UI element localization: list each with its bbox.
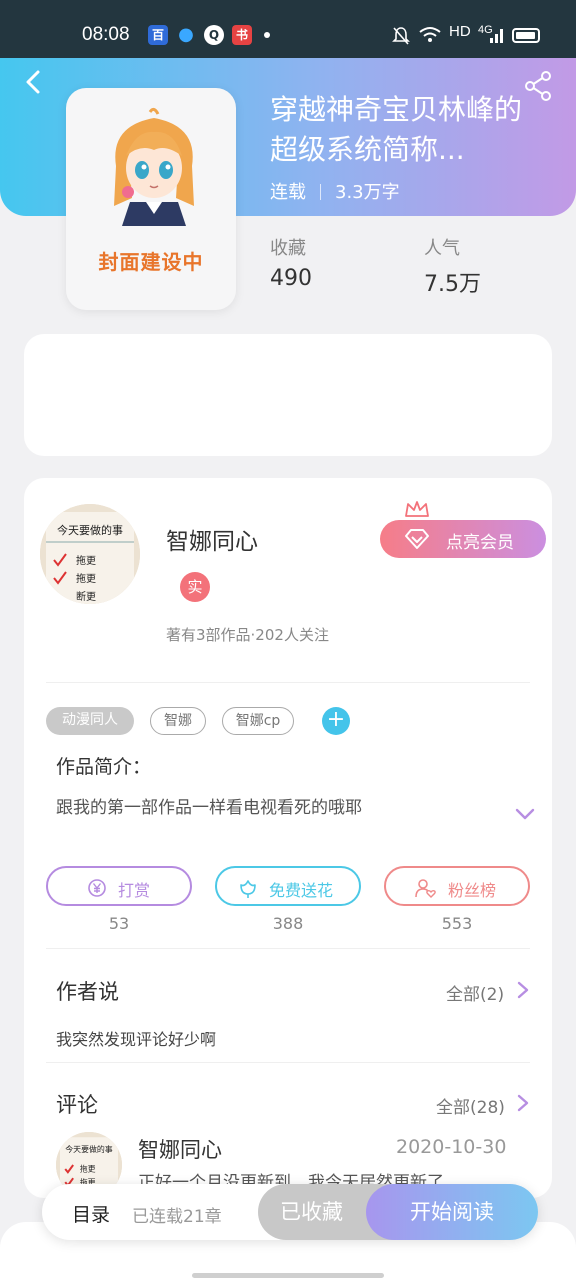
divider [46,948,530,949]
tip-count: 53 [108,914,130,933]
intro-text: 跟我的第一部作品一样看电视看死的哦耶 [56,798,362,818]
wifi-icon [419,27,441,42]
meta-divider [320,184,321,200]
back-icon[interactable] [18,66,50,98]
tip-label: 打赏 [118,881,151,900]
chevron-down-icon[interactable] [514,806,536,822]
avatar-note-line2: 拖更 [76,572,96,585]
avatar-note-line3: 断更 [76,590,96,603]
author-stats: 著有3部作品·202人关注 [166,626,329,644]
status-time: 08:08 [82,24,130,45]
notification-dot-icon [264,32,270,38]
vip-member-button[interactable]: 点亮会员 [380,520,546,558]
comment-avatar-note-line1: 拖更 [80,1164,96,1174]
status-bar: 08:08 百 ● Q 书 HD 4G [0,0,576,58]
send-flower-button[interactable]: 免费送花 [215,866,361,906]
q-icon: Q [204,25,224,45]
flower-icon [240,880,256,898]
avatar-note-line1: 拖更 [76,554,96,567]
network-label: HD [449,23,471,40]
popularity-value: 7.5万 [424,272,481,297]
chevron-right-icon[interactable] [516,1093,530,1113]
favorites-label: 收藏 [270,238,306,259]
comment-author-name[interactable]: 智娜同心 [138,1134,222,1164]
cover-illustration [114,107,194,226]
divider [46,1062,530,1063]
tag-anime-fanfic[interactable]: 动漫同人 [46,707,134,735]
fan-ranking-label: 粉丝榜 [448,881,497,900]
author-say-text: 我突然发现评论好少啊 [56,1030,217,1049]
diamond-icon [405,529,429,549]
chevron-right-icon[interactable] [516,980,530,1000]
fan-ranking-button[interactable]: 粉丝榜 [384,866,530,906]
toc-button[interactable]: 目录 [72,1200,110,1227]
fan-user-icon [415,879,436,898]
home-indicator[interactable] [192,1273,384,1278]
tag-zhina[interactable]: 智娜 [150,707,206,735]
add-tag-button[interactable]: + [322,707,350,735]
tip-button[interactable]: 打赏 [46,866,192,906]
comment-date: 2020-10-30 [396,1136,507,1158]
author-say-title: 作者说 [56,980,119,1004]
signal-icon [490,29,503,43]
book-meta: 连载 3.3万字 [270,178,400,204]
vip-button-label: 点亮会员 [446,533,514,553]
divider [46,682,530,683]
send-flower-label: 免费送花 [269,881,334,900]
book-status: 连载 [270,182,306,203]
mute-bell-icon [392,27,410,45]
book-title: 穿越神奇宝贝林峰的超级系统简称... [270,93,523,166]
tag-zhina-cp[interactable]: 智娜cp [222,707,294,735]
comment-avatar-note-heading: 今天要做的事 [65,1144,113,1154]
flower-count: 388 [272,914,304,933]
cover-caption: 封面建设中 [98,250,204,274]
yen-coin-icon [88,879,106,897]
intro-title: 作品简介： [56,756,152,778]
author-say-all-link[interactable]: 全部(2) [446,980,504,1005]
author-name[interactable]: 智娜同心 [166,522,258,556]
qq-icon: ● [178,24,194,45]
word-count: 3.3万字 [335,182,400,203]
start-reading-button[interactable]: 开始阅读 [366,1184,538,1240]
comments-title: 评论 [56,1093,98,1117]
book-cover[interactable]: 封面建设中 [66,88,236,310]
avatar-note-heading: 今天要做的事 [57,523,123,537]
ad-placeholder-card [24,334,552,456]
battery-icon [512,28,540,43]
avatar-note-image: 今天要做的事 拖更 拖更 断更 [40,504,140,604]
favorites-value: 490 [270,266,312,291]
comments-all-link[interactable]: 全部(28) [436,1093,505,1118]
baidu-icon: 百 [148,25,168,45]
chapter-count: 已连载21章 [132,1207,222,1227]
verified-badge: 实 [180,572,210,602]
author-avatar[interactable]: 今天要做的事 拖更 拖更 断更 [40,504,140,604]
popularity-label: 人气 [424,238,460,259]
crown-icon [405,501,429,517]
ebook-icon: 书 [232,25,252,45]
fan-count: 553 [441,914,473,933]
